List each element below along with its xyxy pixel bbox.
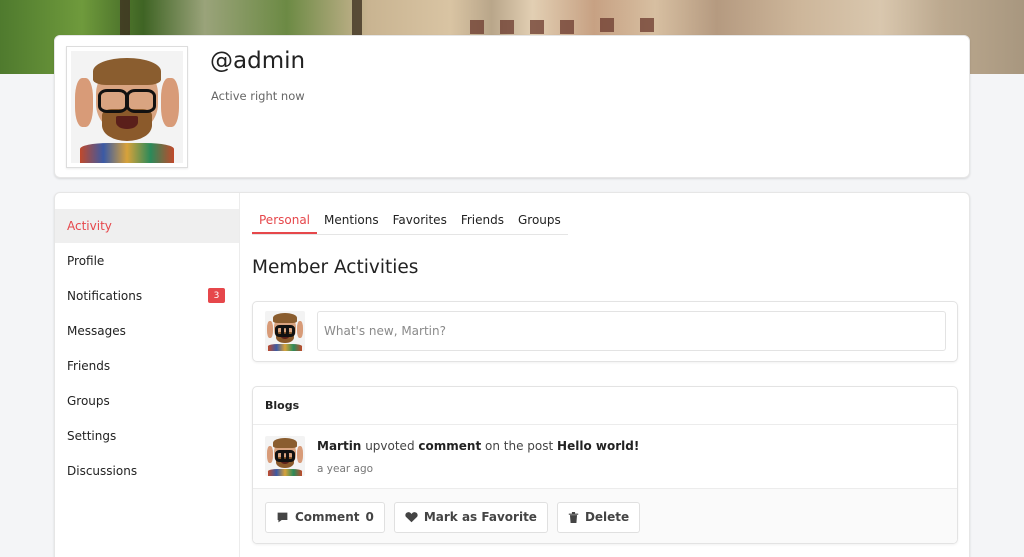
notifications-count-badge: 3 (208, 288, 225, 303)
sidebar-item-discussions[interactable]: Discussions (55, 454, 239, 488)
mark-favorite-label: Mark as Favorite (423, 510, 537, 524)
sidebar-item-activity[interactable]: Activity (55, 209, 239, 243)
tab-mentions[interactable]: Mentions (317, 211, 386, 234)
delete-label: Delete (584, 510, 630, 524)
sidebar-item-notifications[interactable]: Notifications 3 (55, 279, 239, 313)
sidebar-item-label: Groups (67, 394, 110, 408)
avatar[interactable] (265, 311, 305, 351)
delete-button[interactable]: Delete (556, 501, 641, 533)
tab-personal[interactable]: Personal (252, 211, 318, 234)
comment-button[interactable]: Comment 0 (265, 501, 385, 533)
activity-connector: on the post (485, 439, 554, 453)
page-title: Member Activities (252, 257, 419, 278)
sidebar-item-messages[interactable]: Messages (55, 314, 239, 348)
activity-object: comment (418, 439, 482, 453)
profile-header: @admin Active right now (54, 35, 970, 178)
heart-icon (405, 512, 418, 523)
sidebar-item-label: Discussions (67, 464, 138, 478)
sidebar-item-profile[interactable]: Profile (55, 244, 239, 278)
activity-item: Blogs Martin upvoted comment on the post… (252, 386, 958, 544)
tab-friends[interactable]: Friends (454, 211, 511, 234)
activity-timestamp[interactable]: a year ago (317, 463, 373, 475)
avatar[interactable] (265, 436, 305, 476)
sidebar-item-friends[interactable]: Friends (55, 349, 239, 383)
activity-actions: Comment 0 Mark as Favorite Delete (253, 489, 957, 543)
sidebar-item-label: Activity (67, 219, 112, 233)
sidebar-item-settings[interactable]: Settings (55, 419, 239, 453)
comment-count: 0 (365, 510, 374, 524)
profile-username: @admin (210, 48, 306, 74)
sidebar-item-label: Notifications (67, 289, 143, 303)
activity-actor-link[interactable]: Martin (317, 439, 361, 453)
sidebar-item-label: Profile (67, 254, 105, 268)
comment-icon (277, 512, 288, 522)
activity-post-link[interactable]: Hello world! (557, 439, 639, 453)
comment-button-label: Comment (295, 510, 360, 524)
activity-description: Martin upvoted comment on the post Hello… (317, 439, 639, 453)
tab-groups[interactable]: Groups (511, 211, 568, 234)
post-form (252, 301, 958, 362)
trash-icon (568, 511, 579, 523)
activity-tabs: Personal Mentions Favorites Friends Grou… (252, 211, 568, 235)
mark-favorite-button[interactable]: Mark as Favorite (393, 501, 548, 533)
sidebar-item-label: Messages (67, 324, 126, 338)
main-panel: Activity Profile Notifications 3 Message… (54, 192, 970, 557)
activity-content: Martin upvoted comment on the post Hello… (253, 425, 957, 489)
profile-avatar[interactable] (66, 46, 188, 168)
profile-sidebar: Activity Profile Notifications 3 Message… (55, 193, 240, 557)
sidebar-item-label: Settings (67, 429, 117, 443)
sidebar-item-groups[interactable]: Groups (55, 384, 239, 418)
profile-status: Active right now (211, 89, 305, 103)
tab-favorites[interactable]: Favorites (386, 211, 454, 234)
activity-verb: upvoted (365, 439, 415, 453)
sidebar-item-label: Friends (67, 359, 111, 373)
activity-group-title: Blogs (253, 387, 957, 425)
whats-new-input[interactable] (317, 311, 946, 351)
